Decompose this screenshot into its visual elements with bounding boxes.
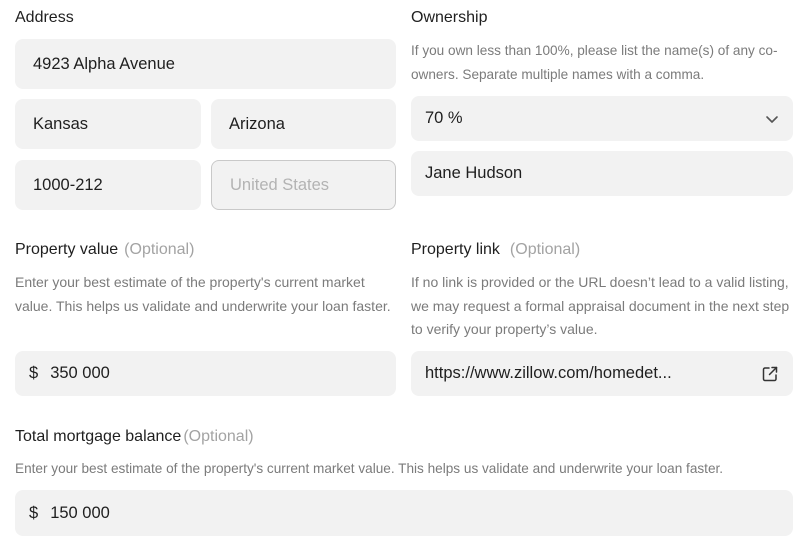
mortgage-balance-label: Total mortgage balance (Optional) bbox=[15, 428, 254, 446]
ownership-percent-value: 70 % bbox=[425, 109, 463, 127]
external-link-icon[interactable] bbox=[761, 365, 779, 383]
property-value-optional: (Optional) bbox=[124, 241, 195, 258]
property-value-label: Property value (Optional) bbox=[15, 241, 194, 259]
zip-field[interactable]: 1000-212 bbox=[15, 160, 201, 210]
co-owners-value: Jane Hudson bbox=[425, 164, 523, 182]
ownership-percent-select[interactable]: 70 % bbox=[411, 96, 793, 141]
co-owners-field[interactable]: Jane Hudson bbox=[411, 151, 793, 196]
property-value-amount: 350 000 bbox=[50, 364, 110, 382]
property-value-field[interactable]: $ 350 000 bbox=[15, 351, 396, 396]
property-value-help: Enter your best estimate of the property… bbox=[15, 274, 391, 314]
ownership-help: If you own less than 100%, please list t… bbox=[411, 43, 778, 82]
property-link-help: If no link is provided or the URL doesn’… bbox=[411, 274, 790, 337]
country-placeholder: United States bbox=[230, 175, 330, 194]
chevron-down-icon bbox=[765, 112, 779, 126]
state-field[interactable]: Arizona bbox=[211, 99, 396, 149]
address-label: Address bbox=[15, 9, 74, 26]
property-link-title: Property link bbox=[411, 241, 500, 258]
currency-symbol: $ bbox=[29, 503, 39, 522]
zip-value: 1000-212 bbox=[33, 175, 103, 194]
mortgage-balance-title: Total mortgage balance bbox=[15, 428, 182, 445]
mortgage-balance-field[interactable]: $ 150 000 bbox=[15, 490, 793, 536]
mortgage-balance-amount: 150 000 bbox=[50, 503, 110, 522]
property-link-value: https://www.zillow.com/homedet... bbox=[425, 364, 672, 382]
property-link-optional: (Optional) bbox=[509, 241, 581, 258]
property-value-title: Property value bbox=[15, 241, 119, 258]
currency-symbol: $ bbox=[29, 364, 39, 382]
city-field[interactable]: Kansas bbox=[15, 99, 201, 149]
street-field[interactable]: 4923 Alpha Avenue bbox=[15, 39, 396, 89]
city-value: Kansas bbox=[33, 114, 89, 133]
property-link-label: Property link (Optional) bbox=[411, 241, 580, 259]
mortgage-balance-help: Enter your best estimate of the property… bbox=[15, 461, 724, 476]
property-link-field[interactable]: https://www.zillow.com/homedet... bbox=[411, 351, 793, 396]
mortgage-balance-optional: (Optional) bbox=[183, 428, 254, 445]
ownership-label: Ownership bbox=[411, 9, 488, 26]
country-field: United States bbox=[211, 160, 396, 210]
state-value: Arizona bbox=[229, 114, 285, 133]
street-value: 4923 Alpha Avenue bbox=[33, 54, 175, 73]
